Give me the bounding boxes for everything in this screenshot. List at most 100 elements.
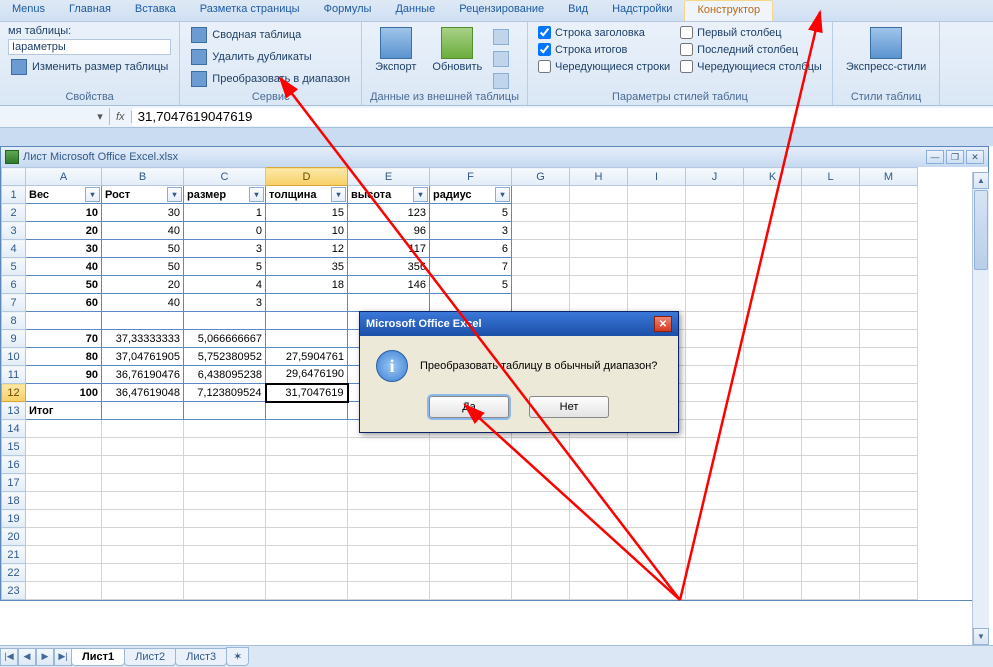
cell[interactable]: 10	[266, 222, 348, 240]
cell[interactable]	[686, 564, 744, 582]
cell[interactable]	[802, 582, 860, 600]
cell[interactable]	[184, 420, 266, 438]
cell[interactable]: 27,5904761	[266, 348, 348, 366]
cell[interactable]	[686, 348, 744, 366]
cell[interactable]	[860, 348, 918, 366]
row-header[interactable]: 14	[2, 420, 26, 438]
cell[interactable]	[102, 312, 184, 330]
cell[interactable]	[686, 240, 744, 258]
sheet-nav-prev[interactable]: ◀	[18, 648, 36, 666]
cell[interactable]	[860, 528, 918, 546]
cell[interactable]	[802, 222, 860, 240]
cell[interactable]	[860, 258, 918, 276]
cell[interactable]: 123	[348, 204, 430, 222]
cell[interactable]	[512, 258, 570, 276]
cell[interactable]	[348, 456, 430, 474]
cell[interactable]	[744, 258, 802, 276]
cell[interactable]: 40	[102, 222, 184, 240]
filter-dropdown-icon[interactable]: ▾	[413, 187, 428, 202]
col-header[interactable]: L	[802, 168, 860, 186]
row-header[interactable]: 9	[2, 330, 26, 348]
cell[interactable]: 5	[184, 258, 266, 276]
cell[interactable]: 146	[348, 276, 430, 294]
remove-duplicates-button[interactable]: Удалить дубликаты	[188, 47, 353, 67]
cell[interactable]	[570, 492, 628, 510]
cell[interactable]	[266, 456, 348, 474]
cell[interactable]	[348, 564, 430, 582]
cell[interactable]	[570, 258, 628, 276]
cell[interactable]	[860, 294, 918, 312]
namebox-dropdown-icon[interactable]: ▾	[93, 110, 107, 123]
export-button[interactable]: Экспорт	[370, 25, 421, 75]
cell[interactable]	[802, 456, 860, 474]
cell[interactable]	[512, 528, 570, 546]
cell[interactable]	[860, 402, 918, 420]
cell[interactable]	[26, 528, 102, 546]
row-header[interactable]: 23	[2, 582, 26, 600]
cell[interactable]	[860, 420, 918, 438]
row-header[interactable]: 15	[2, 438, 26, 456]
filter-dropdown-icon[interactable]: ▾	[331, 187, 346, 202]
cell[interactable]: 30	[102, 204, 184, 222]
cell[interactable]	[266, 474, 348, 492]
cell[interactable]	[860, 492, 918, 510]
fx-button[interactable]: fx	[110, 111, 132, 123]
cell[interactable]	[430, 492, 512, 510]
cell[interactable]	[570, 528, 628, 546]
cell[interactable]	[860, 474, 918, 492]
cell[interactable]	[744, 222, 802, 240]
cell[interactable]	[686, 456, 744, 474]
cell[interactable]	[570, 564, 628, 582]
cell[interactable]	[102, 582, 184, 600]
cell[interactable]	[628, 474, 686, 492]
cell[interactable]	[184, 546, 266, 564]
cell[interactable]	[686, 366, 744, 384]
cell[interactable]	[628, 528, 686, 546]
cell[interactable]: 96	[348, 222, 430, 240]
cell[interactable]	[348, 582, 430, 600]
cell[interactable]	[430, 438, 512, 456]
cell[interactable]	[744, 564, 802, 582]
cell[interactable]	[802, 510, 860, 528]
cell[interactable]	[686, 546, 744, 564]
cell[interactable]	[628, 276, 686, 294]
cell[interactable]	[686, 258, 744, 276]
dialog-yes-button[interactable]: Да	[429, 396, 509, 418]
cell[interactable]	[184, 438, 266, 456]
cell[interactable]	[570, 240, 628, 258]
cell[interactable]	[802, 204, 860, 222]
tab-addins[interactable]: Надстройки	[600, 0, 684, 21]
cell[interactable]	[570, 510, 628, 528]
cell[interactable]: 80	[26, 348, 102, 366]
cell[interactable]	[266, 438, 348, 456]
filter-dropdown-icon[interactable]: ▾	[85, 187, 100, 202]
cell[interactable]	[184, 474, 266, 492]
cell[interactable]	[512, 186, 570, 204]
sheet-tab[interactable]: Лист2	[124, 648, 176, 666]
cell[interactable]	[802, 240, 860, 258]
cell[interactable]	[802, 276, 860, 294]
cell[interactable]	[512, 204, 570, 222]
name-box[interactable]: ▾	[0, 108, 110, 125]
tab-view[interactable]: Вид	[556, 0, 600, 21]
col-header[interactable]: K	[744, 168, 802, 186]
cell[interactable]	[512, 564, 570, 582]
cell[interactable]	[570, 186, 628, 204]
cell[interactable]	[266, 582, 348, 600]
cell[interactable]	[266, 330, 348, 348]
cell[interactable]	[348, 294, 430, 312]
cell[interactable]	[686, 186, 744, 204]
cell[interactable]: 15	[266, 204, 348, 222]
cell[interactable]	[802, 474, 860, 492]
cell[interactable]: 5,066666667	[184, 330, 266, 348]
col-header[interactable]: G	[512, 168, 570, 186]
cell[interactable]	[184, 582, 266, 600]
cell[interactable]	[686, 204, 744, 222]
sheet-nav-last[interactable]: ▶|	[54, 648, 72, 666]
table-column-header[interactable]: радиус▾	[430, 186, 512, 204]
row-header[interactable]: 22	[2, 564, 26, 582]
cell[interactable]	[184, 312, 266, 330]
table-column-header[interactable]: толщина▾	[266, 186, 348, 204]
row-header[interactable]: 4	[2, 240, 26, 258]
cell[interactable]	[26, 438, 102, 456]
